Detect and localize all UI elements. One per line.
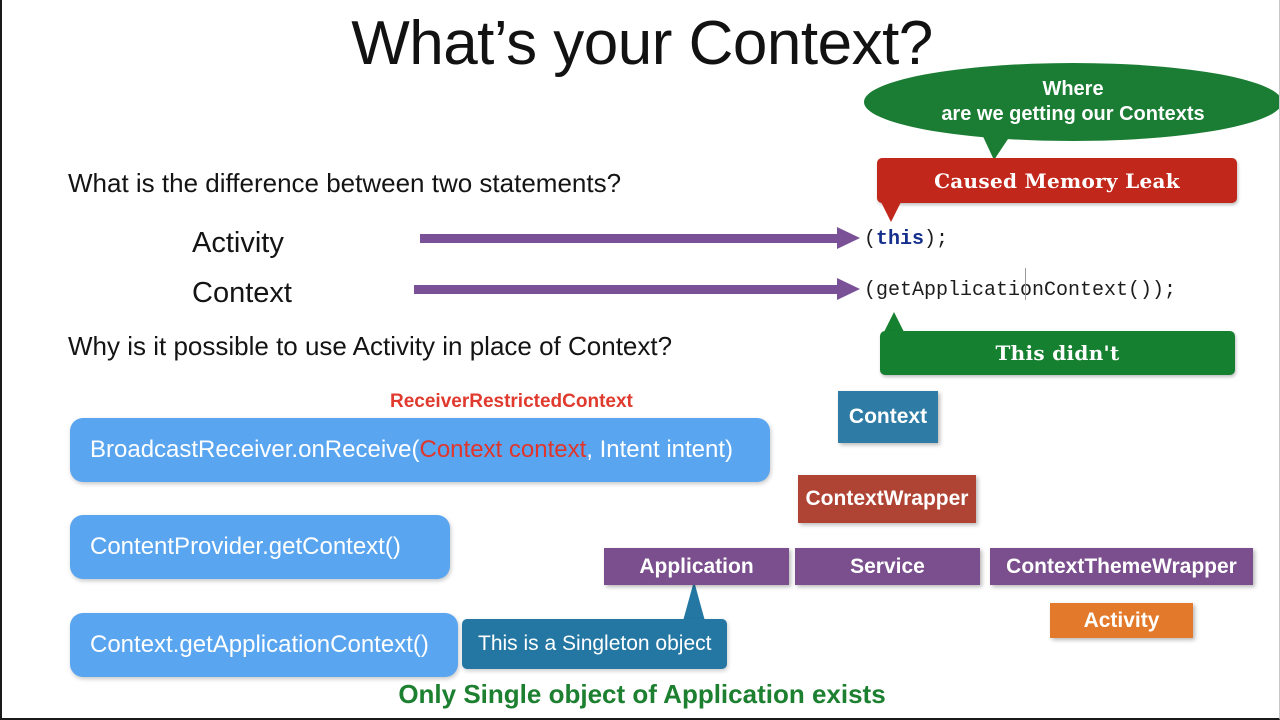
singleton-note: This is a Singleton object	[462, 619, 727, 669]
api-highlight-context-context: Context context	[419, 436, 587, 463]
api-prefix: BroadcastReceiver.onReceive(	[90, 436, 420, 463]
label-activity: Activity	[192, 227, 284, 259]
api-box-contentprovider-getcontext: ContentProvider.getContext()	[70, 515, 450, 579]
code-paren-close: );	[924, 228, 949, 251]
arrow-shaft	[414, 285, 838, 294]
banner-caused-memory-leak-tail	[881, 202, 901, 222]
api-suffix: , Intent intent)	[586, 436, 734, 463]
hierarchy-node-contextthemewrapper: ContextThemeWrapper	[990, 548, 1253, 585]
hierarchy-node-service: Service	[795, 548, 980, 585]
singleton-note-tail	[683, 581, 705, 621]
banner-caused-memory-leak: Caused Memory Leak	[877, 158, 1237, 203]
banner-this-didnt-tail	[884, 312, 904, 332]
arrow-shaft	[420, 234, 838, 243]
text-caret	[1025, 268, 1026, 300]
code-line-getapplicationcontext: (getApplicationContext());	[864, 279, 1177, 302]
hierarchy-node-context: Context	[838, 391, 938, 443]
arrow-activity-to-this	[420, 226, 860, 250]
bottom-note-single-application-object: Only Single object of Application exists	[398, 679, 886, 709]
slide-canvas: What’s your Context? What is the differe…	[0, 0, 1280, 720]
api-box-broadcastreceiver-onreceive: BroadcastReceiver.onReceive(Context cont…	[70, 418, 770, 482]
code-paren-open: (	[864, 228, 877, 251]
hierarchy-node-contextwrapper: ContextWrapper	[798, 475, 976, 523]
hierarchy-node-activity: Activity	[1050, 603, 1193, 638]
banner-this-didnt: This didn't	[880, 331, 1235, 375]
hierarchy-node-application: Application	[604, 548, 789, 585]
label-receiver-restricted-context: ReceiverRestrictedContext	[390, 391, 633, 412]
callout-where-are-we-getting-contexts: Where are we getting our Contexts	[864, 63, 1279, 141]
arrow-context-to-getapplicationcontext	[414, 277, 860, 301]
label-context: Context	[192, 277, 292, 309]
api-box-context-getapplicationcontext: Context.getApplicationContext()	[70, 613, 458, 677]
arrow-head-icon	[837, 227, 860, 249]
callout-where-line-1: Where	[1042, 78, 1104, 100]
callout-where-line-2: are we getting our Contexts	[941, 103, 1205, 125]
code-line-this: (this);	[864, 228, 948, 251]
code-keyword-this: this	[876, 228, 925, 251]
question-two: Why is it possible to use Activity in pl…	[68, 331, 673, 361]
arrow-head-icon	[837, 278, 860, 300]
question-one: What is the difference between two state…	[68, 168, 622, 198]
